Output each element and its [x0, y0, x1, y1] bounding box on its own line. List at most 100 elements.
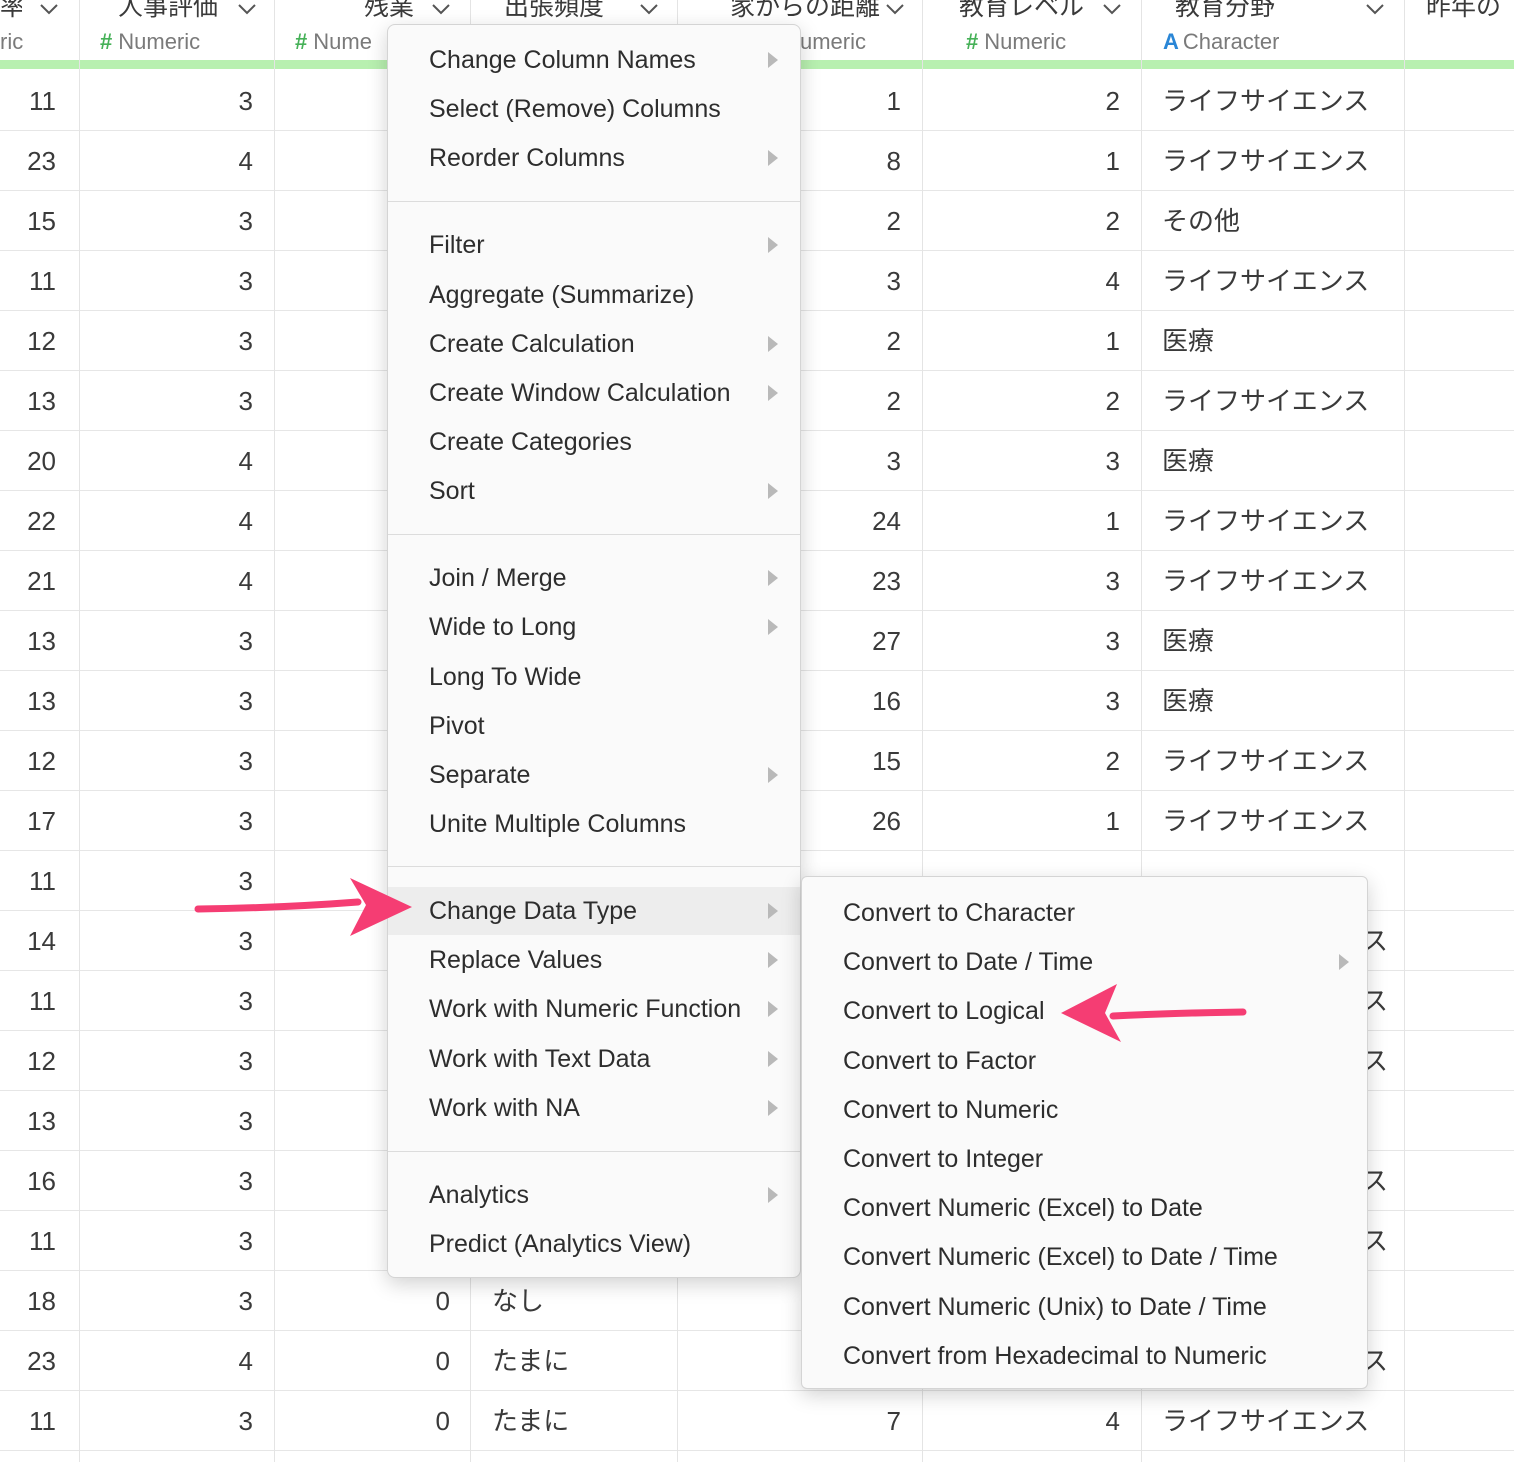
table-cell: 3 — [1105, 686, 1120, 716]
menu-change-column-names[interactable]: Change Column Names — [388, 36, 800, 84]
submenu-convert-to-integer[interactable]: Convert to Integer — [802, 1135, 1367, 1183]
table-cell: 3 — [238, 1046, 253, 1076]
menu-item-label: Reorder Columns — [429, 144, 625, 172]
menu-pivot[interactable]: Pivot — [388, 702, 800, 750]
submenu-convert-to-numeric[interactable]: Convert to Numeric — [802, 1086, 1367, 1134]
table-cell: ライフサイエンス — [1162, 266, 1370, 296]
menu-work-with-numeric-function[interactable]: Work with Numeric Function — [388, 985, 800, 1033]
chevron-down-icon[interactable] — [238, 2, 256, 16]
menu-change-data-type[interactable]: Change Data Type — [388, 887, 800, 935]
submenu-convert-to-date-time[interactable]: Convert to Date / Time — [802, 938, 1367, 986]
menu-sort[interactable]: Sort — [388, 467, 800, 515]
table-cell: ライフサイエンス — [1162, 86, 1370, 116]
chevron-right-icon — [768, 1187, 778, 1203]
table-cell: 4 — [1105, 1406, 1120, 1436]
table-cell: 2 — [1105, 206, 1120, 236]
table-cell: 18 — [27, 1286, 56, 1316]
menu-replace-values[interactable]: Replace Values — [388, 936, 800, 984]
menu-analytics[interactable]: Analytics — [388, 1171, 800, 1219]
table-cell: 22 — [27, 506, 56, 536]
column-header-name[interactable]: 出張頻度 — [504, 0, 604, 24]
table-cell: 3 — [1105, 566, 1120, 596]
menu-predict[interactable]: Predict (Analytics View) — [388, 1220, 800, 1268]
table-cell: 2 — [886, 206, 901, 236]
column-header-name[interactable]: 残業 — [364, 0, 414, 24]
menu-work-with-na[interactable]: Work with NA — [388, 1084, 800, 1132]
annotation-arrow-convert-to-logical — [1061, 984, 1247, 1042]
table-cell: 11 — [29, 1226, 56, 1256]
chevron-down-icon[interactable] — [1366, 2, 1384, 16]
chevron-down-icon[interactable] — [40, 2, 58, 16]
submenu-convert-excel-to-datetime[interactable]: Convert Numeric (Excel) to Date / Time — [802, 1233, 1367, 1281]
table-cell: 24 — [872, 506, 901, 536]
table-cell: 27 — [872, 626, 901, 656]
character-type-icon: A — [1163, 29, 1179, 54]
table-cell: 4 — [238, 566, 253, 596]
table-cell: 医療 — [1162, 686, 1215, 716]
table-cell: 3 — [238, 1406, 253, 1436]
menu-item-label: Replace Values — [429, 946, 603, 974]
menu-item-label: Filter — [429, 231, 485, 259]
table-row: 11 3 0 たまに 7 4 ライフサイエンス — [0, 1391, 1514, 1451]
table-cell: 7 — [886, 1406, 901, 1436]
menu-aggregate[interactable]: Aggregate (Summarize) — [388, 271, 800, 319]
submenu-convert-to-character[interactable]: Convert to Character — [802, 889, 1367, 937]
menu-separator — [388, 1151, 800, 1152]
menu-separate[interactable]: Separate — [388, 751, 800, 799]
table-cell: 12 — [27, 1046, 56, 1076]
table-cell: 11 — [29, 986, 56, 1016]
table-cell: 医療 — [1162, 326, 1215, 356]
menu-item-label: Work with Text Data — [429, 1045, 651, 1073]
menu-unite-multiple-columns[interactable]: Unite Multiple Columns — [388, 800, 800, 848]
menu-create-calculation[interactable]: Create Calculation — [388, 320, 800, 368]
menu-item-label: Wide to Long — [429, 613, 577, 641]
table-cell: なし — [492, 1286, 545, 1316]
column-divider — [274, 0, 275, 1462]
table-cell: 1 — [1105, 326, 1120, 356]
menu-item-label: Change Data Type — [429, 897, 638, 925]
submenu-convert-hex-to-numeric[interactable]: Convert from Hexadecimal to Numeric — [802, 1332, 1367, 1380]
table-cell: 0 — [435, 1286, 450, 1316]
column-type-label: # Numeric — [966, 28, 1066, 56]
menu-join-merge[interactable]: Join / Merge — [388, 554, 800, 602]
table-cell: 23 — [27, 1346, 56, 1376]
column-header-name[interactable]: 昨年の — [1426, 0, 1514, 24]
column-header-name[interactable]: 家からの距離 — [730, 0, 880, 24]
table-cell: 16 — [872, 686, 901, 716]
menu-separator — [388, 534, 800, 535]
table-cell: 13 — [27, 686, 56, 716]
table-cell: 1 — [886, 86, 901, 116]
chevron-right-icon — [768, 336, 778, 352]
chevron-down-icon[interactable] — [1103, 2, 1121, 16]
chevron-down-icon[interactable] — [886, 2, 904, 16]
table-cell: 15 — [872, 746, 901, 776]
chevron-down-icon[interactable] — [640, 2, 658, 16]
menu-item-label: Work with Numeric Function — [429, 995, 742, 1023]
submenu-convert-excel-to-date[interactable]: Convert Numeric (Excel) to Date — [802, 1184, 1367, 1232]
table-cell: 2 — [886, 326, 901, 356]
menu-reorder-columns[interactable]: Reorder Columns — [388, 134, 800, 182]
menu-filter[interactable]: Filter — [388, 221, 800, 269]
column-header-name[interactable]: 教育レベル — [959, 0, 1084, 24]
column-header-name[interactable]: 教育分野 — [1175, 0, 1275, 24]
column-type-text: Character — [1182, 29, 1280, 54]
menu-item-label: Convert to Logical — [843, 997, 1045, 1026]
submenu-convert-unix-to-datetime[interactable]: Convert Numeric (Unix) to Date / Time — [802, 1283, 1367, 1331]
menu-create-window-calculation[interactable]: Create Window Calculation — [388, 369, 800, 417]
menu-long-to-wide[interactable]: Long To Wide — [388, 653, 800, 701]
column-divider — [1404, 0, 1405, 1462]
menu-work-with-text-data[interactable]: Work with Text Data — [388, 1035, 800, 1083]
column-header-name[interactable]: 率 — [0, 0, 22, 24]
column-type-label: # Nume — [295, 28, 372, 56]
menu-wide-to-long[interactable]: Wide to Long — [388, 603, 800, 651]
table-cell: 2 — [886, 386, 901, 416]
menu-create-categories[interactable]: Create Categories — [388, 418, 800, 466]
table-cell: 3 — [238, 1106, 253, 1136]
menu-select-remove-columns[interactable]: Select (Remove) Columns — [388, 85, 800, 133]
column-header-name[interactable]: 人事評価 — [118, 0, 218, 24]
menu-item-label: Convert Numeric (Unix) to Date / Time — [843, 1292, 1267, 1321]
table-cell: 2 — [1105, 746, 1120, 776]
menu-item-label: Convert from Hexadecimal to Numeric — [843, 1341, 1267, 1370]
chevron-down-icon[interactable] — [432, 2, 450, 16]
table-cell: 3 — [238, 746, 253, 776]
